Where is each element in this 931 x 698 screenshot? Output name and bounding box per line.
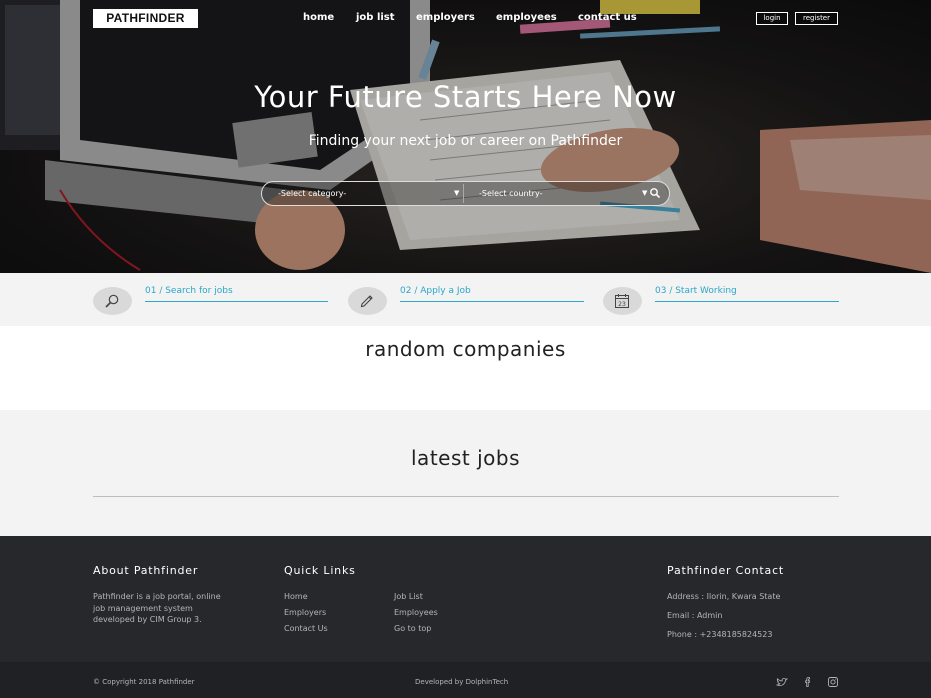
nav-item-job-list[interactable]: job list [356, 12, 395, 23]
twitter-icon[interactable] [776, 676, 788, 688]
footer-link-employees[interactable]: Employees [394, 608, 438, 617]
hero-subtitle: Finding your next job or career on Pathf… [308, 133, 623, 149]
step-icon-start: 23 [603, 287, 642, 315]
latest-jobs-section: latest jobs [0, 410, 931, 536]
hero-title: Your Future Starts Here Now [254, 80, 677, 114]
calendar-day: 23 [618, 301, 626, 308]
developer-credit: Developed by DolphinTech [415, 678, 509, 686]
section-title-companies: random companies [365, 337, 566, 361]
footer-contact-title: Pathfinder Contact [667, 564, 785, 577]
step-underline [655, 301, 839, 302]
category-select[interactable]: -Select category- [278, 182, 458, 205]
nav-item-employees[interactable]: employees [496, 12, 557, 23]
how-it-works-strip: 01 / Search for jobs 02 / Apply a Job 23… [0, 273, 931, 326]
nav-item-employers[interactable]: employers [416, 12, 475, 23]
step-icon-apply [348, 287, 387, 315]
footer-about-line: developed by CIM Group 3. [93, 615, 202, 624]
footer-quick-links-title: Quick Links [284, 564, 356, 577]
section-title-latest-jobs: latest jobs [411, 446, 520, 470]
copyright-text: © Copyright 2018 Pathfinder [93, 678, 195, 686]
job-search-form: -Select category- ▼ -Select country- ▼ [261, 181, 670, 206]
footer-link-job-list[interactable]: Job List [394, 592, 423, 601]
random-companies-section: random companies [0, 326, 931, 410]
country-select[interactable]: -Select country- [479, 182, 647, 205]
section-divider [93, 496, 839, 497]
main-nav: home job list employers employees contac… [0, 12, 931, 26]
footer-link-contact-us[interactable]: Contact Us [284, 624, 328, 633]
footer-contact-phone: Phone : +2348185824523 [667, 630, 773, 639]
footer-about-line: Pathfinder is a job portal, online [93, 592, 221, 601]
search-divider [463, 184, 464, 203]
step-underline [145, 301, 328, 302]
footer-link-go-to-top[interactable]: Go to top [394, 624, 431, 633]
step-label-1: 01 / Search for jobs [145, 286, 233, 296]
facebook-icon[interactable] [802, 676, 814, 688]
footer-link-employers[interactable]: Employers [284, 608, 326, 617]
chevron-down-icon: ▼ [454, 189, 460, 197]
calendar-icon: 23 [615, 294, 629, 308]
step-underline [400, 301, 584, 302]
magnifier-icon [105, 294, 119, 308]
nav-item-home[interactable]: home [303, 12, 334, 23]
site-footer: About Pathfinder Pathfinder is a job por… [0, 536, 931, 662]
login-button[interactable]: login [756, 12, 788, 25]
footer-about-line: job management system [93, 603, 193, 613]
nav-item-contact-us[interactable]: contact us [578, 12, 637, 23]
register-button[interactable]: register [795, 12, 838, 25]
footer-bottom-bar: © Copyright 2018 Pathfinder Developed by… [0, 662, 931, 698]
pencil-icon [360, 295, 373, 308]
instagram-icon[interactable] [827, 676, 839, 688]
footer-about-title: About Pathfinder [93, 564, 199, 577]
step-icon-search [93, 287, 132, 315]
footer-contact-email: Email : Admin [667, 611, 723, 620]
step-label-3: 03 / Start Working [655, 286, 737, 296]
chevron-down-icon: ▼ [642, 189, 648, 197]
step-label-2: 02 / Apply a Job [400, 286, 471, 296]
hero-section: PATHFINDER home job list employers emplo… [0, 0, 931, 273]
search-icon[interactable] [649, 187, 661, 199]
footer-link-home[interactable]: Home [284, 592, 308, 601]
footer-contact-address: Address : Ilorin, Kwara State [667, 592, 781, 601]
